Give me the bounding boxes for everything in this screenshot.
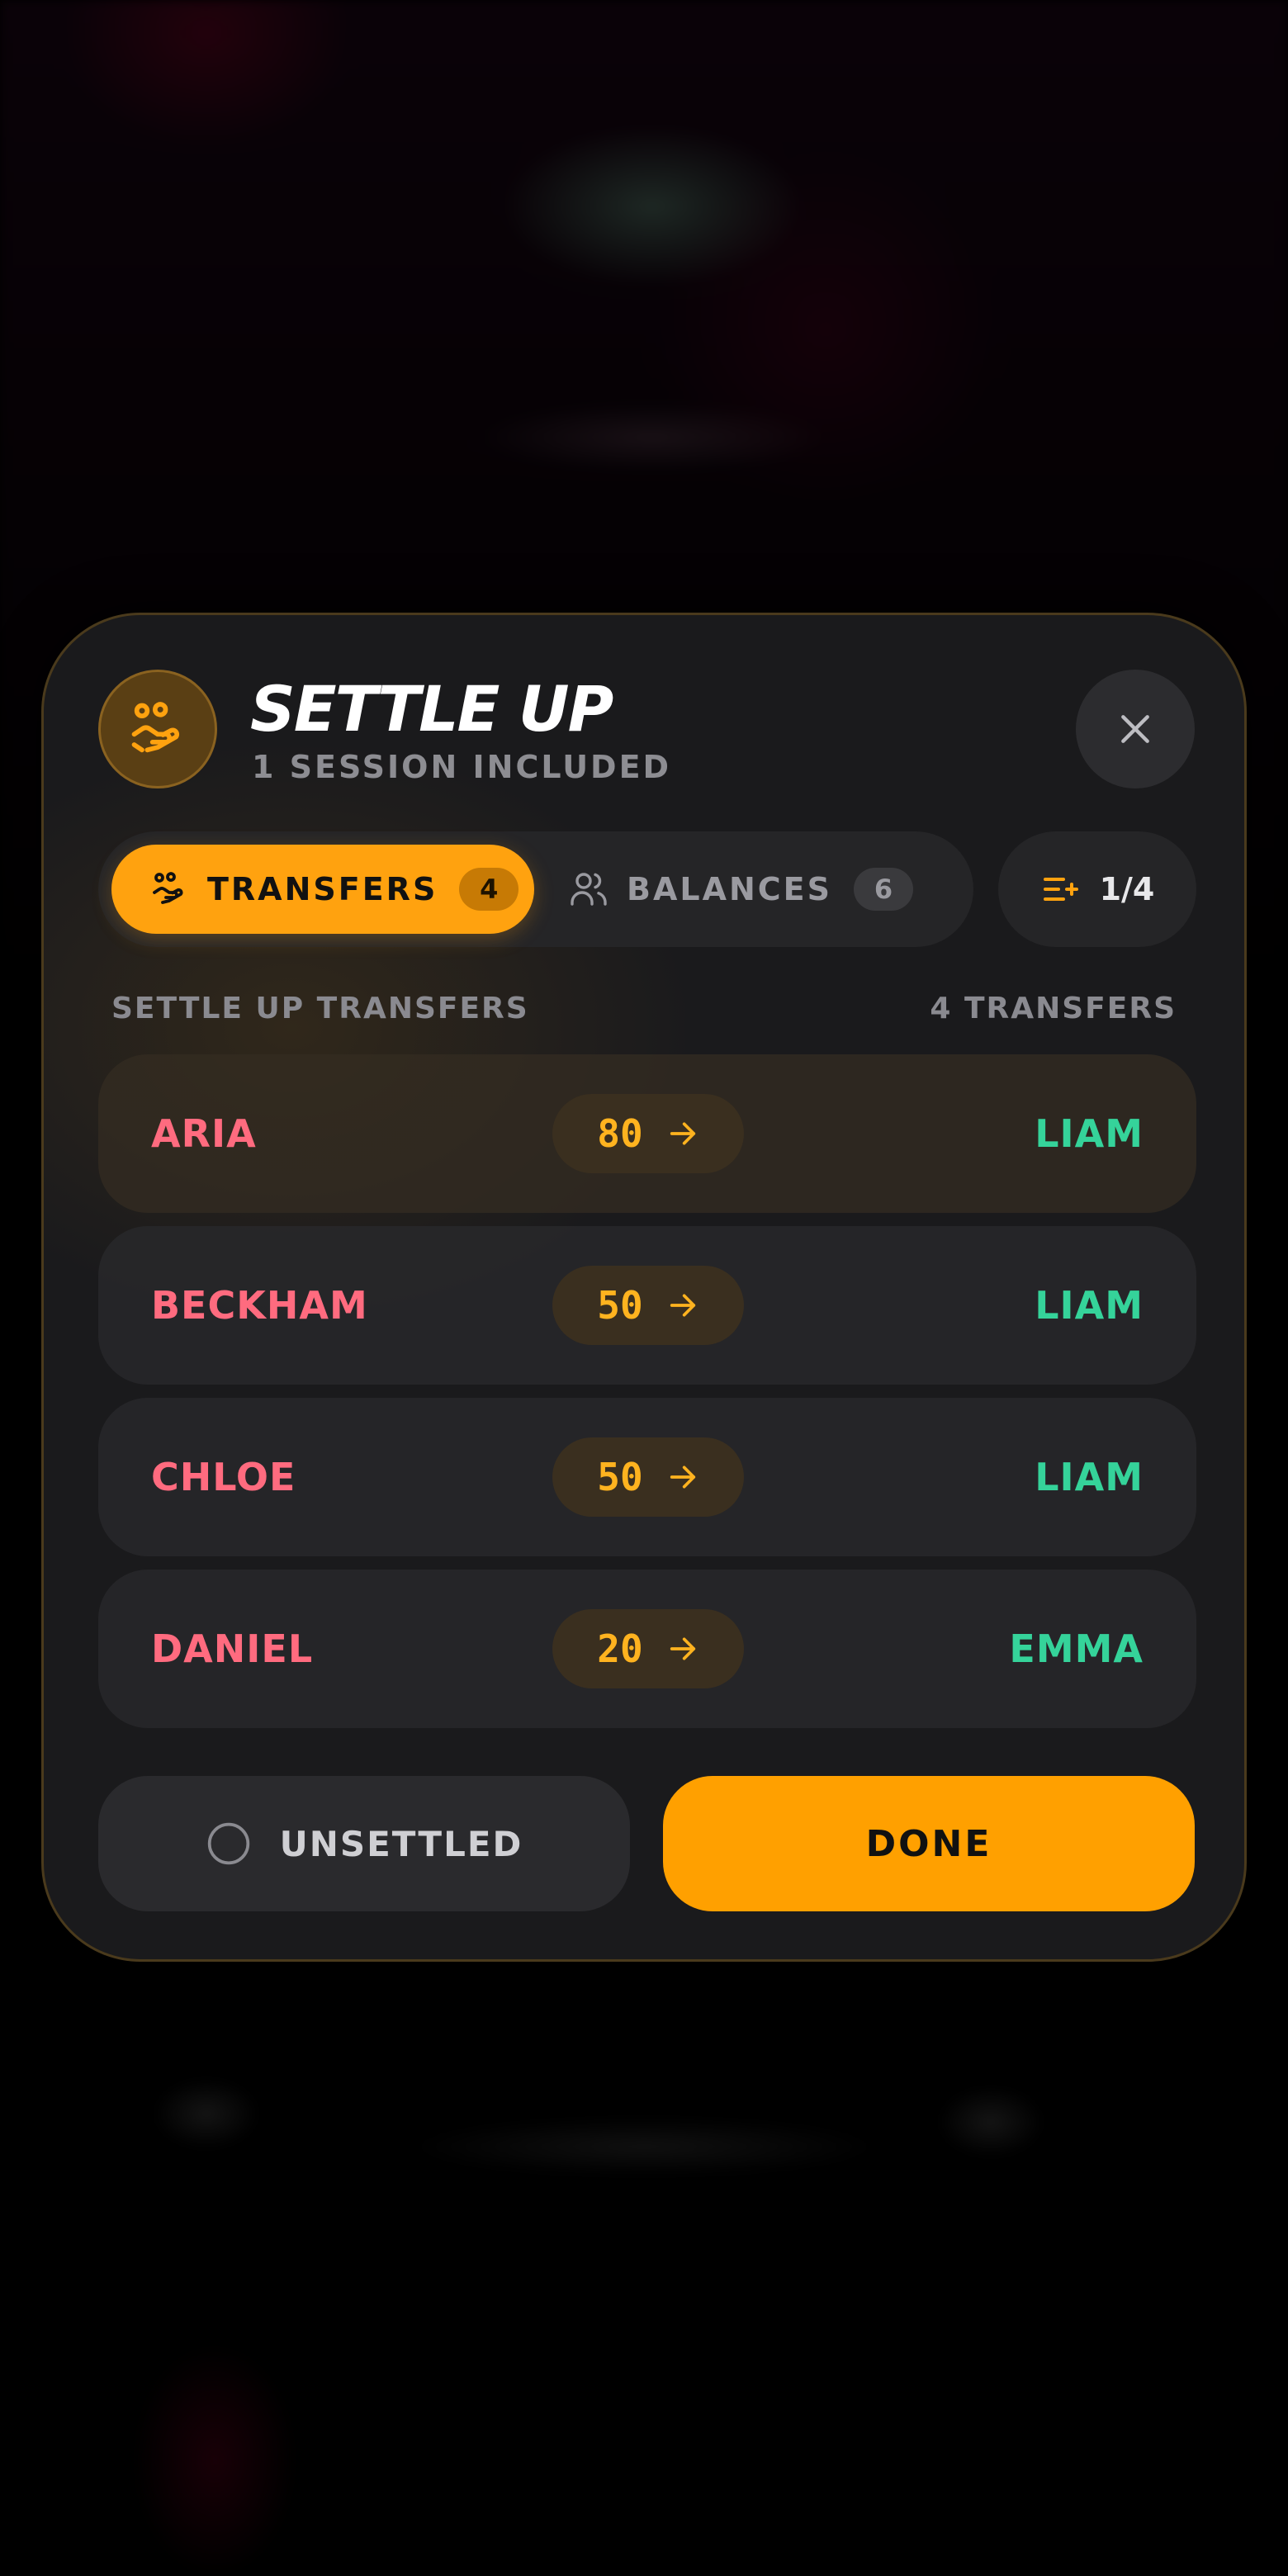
payee-name: LIAM xyxy=(1035,1283,1144,1328)
page-subtitle: 1 SESSION INCLUDED xyxy=(252,749,672,785)
arrow-right-icon xyxy=(670,1122,695,1145)
section-title: SETTLE UP TRANSFERS xyxy=(111,992,529,1025)
transfer-amount: 50 xyxy=(597,1455,643,1499)
payer-name: ARIA xyxy=(151,1111,257,1156)
circle-icon xyxy=(207,1822,249,1865)
payer-name: CHLOE xyxy=(151,1455,296,1499)
payer-name: DANIEL xyxy=(151,1627,314,1671)
tab-transfers[interactable]: TRANSFERS 4 xyxy=(111,845,534,934)
arrow-right-icon xyxy=(670,1637,695,1660)
unsettled-toggle[interactable]: UNSETTLED xyxy=(98,1776,630,1911)
hand-coins-icon xyxy=(98,670,217,788)
transfer-row[interactable]: CHLOE 50 LIAM xyxy=(98,1398,1196,1556)
transfer-row[interactable]: BECKHAM 50 LIAM xyxy=(98,1226,1196,1385)
close-icon xyxy=(1121,715,1149,743)
amount-pill: 50 xyxy=(552,1437,744,1517)
section-count: 4 TRANSFERS xyxy=(930,992,1177,1025)
arrow-right-icon xyxy=(670,1466,695,1489)
amount-pill: 50 xyxy=(552,1266,744,1345)
amount-pill: 20 xyxy=(552,1609,744,1688)
amount-pill: 80 xyxy=(552,1094,744,1173)
tab-balances-count: 6 xyxy=(854,868,914,911)
tab-balances-label: BALANCES xyxy=(627,871,833,907)
payee-name: EMMA xyxy=(1009,1627,1144,1671)
transfer-amount: 80 xyxy=(597,1111,643,1156)
payee-name: LIAM xyxy=(1035,1111,1144,1156)
page-selector-button[interactable]: 1/4 xyxy=(998,831,1196,947)
transfer-list: ARIA 80 LIAM BECKHAM 50 LIAM CHLOE 50 LI… xyxy=(98,1054,1196,1741)
unsettled-label: UNSETTLED xyxy=(279,1823,523,1864)
users-icon xyxy=(571,873,607,906)
transfer-amount: 20 xyxy=(597,1627,643,1671)
tab-transfers-count: 4 xyxy=(459,868,519,911)
tab-transfers-label: TRANSFERS xyxy=(207,871,438,907)
transfer-amount: 50 xyxy=(597,1283,643,1328)
view-tabs: TRANSFERS 4 BALANCES 6 xyxy=(98,831,973,947)
transfer-row[interactable]: DANIEL 20 EMMA xyxy=(98,1570,1196,1728)
settle-up-sheet: SETTLE UP 1 SESSION INCLUDED TRANSFERS 4 xyxy=(41,613,1247,1962)
payer-name: BECKHAM xyxy=(151,1283,368,1328)
tab-balances[interactable]: BALANCES 6 xyxy=(569,845,932,934)
close-button[interactable] xyxy=(1076,670,1195,788)
done-button[interactable]: DONE xyxy=(663,1776,1195,1911)
hand-coins-icon xyxy=(153,872,183,904)
page-indicator: 1/4 xyxy=(1099,871,1155,907)
payee-name: LIAM xyxy=(1035,1455,1144,1499)
list-plus-icon xyxy=(1043,878,1078,901)
transfer-row[interactable]: ARIA 80 LIAM xyxy=(98,1054,1196,1213)
page-title: SETTLE UP xyxy=(250,672,613,746)
arrow-right-icon xyxy=(670,1294,695,1317)
